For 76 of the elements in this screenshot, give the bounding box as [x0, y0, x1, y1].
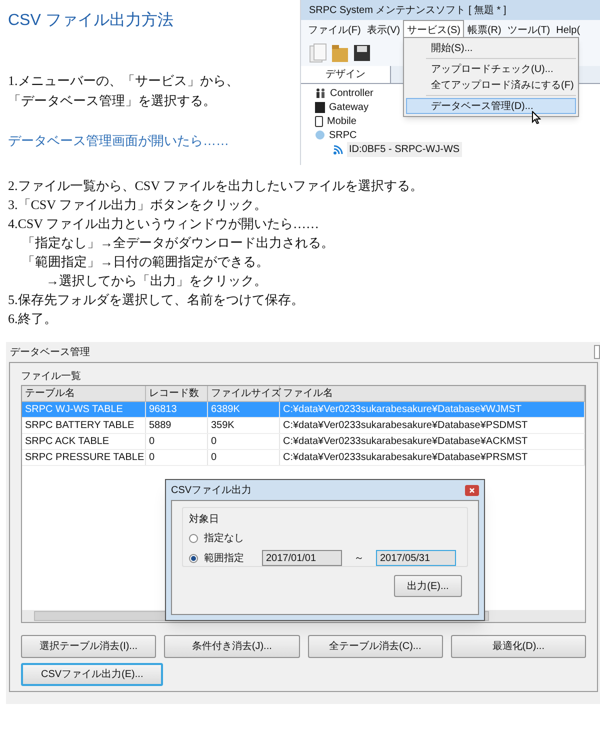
menu-item[interactable]: 帳票(R) [464, 20, 504, 40]
instruction-text: 「指定なし」→全データがダウンロード出力される。 [21, 234, 335, 252]
save-icon[interactable] [353, 43, 371, 63]
close-icon[interactable] [465, 484, 479, 496]
output-button[interactable]: 出力(E)... [394, 575, 462, 597]
table-cell: 0 [146, 434, 208, 449]
people-icon [315, 88, 326, 98]
action-button[interactable]: 最適化(D)... [450, 635, 586, 658]
table-cell: 0 [146, 450, 208, 465]
box-icon [315, 102, 325, 112]
menu-option[interactable]: 全てアップロード済みにする(F) [406, 77, 576, 93]
table-cell: SRPC ACK TABLE [22, 434, 146, 449]
instruction-text: 6.終了。 [8, 310, 58, 328]
table-cell: C:¥data¥Ver0233sukarabesakure¥Database¥PRSMST [280, 450, 585, 465]
action-button[interactable]: 全テーブル消去(C)... [308, 635, 443, 658]
phone-icon [315, 116, 323, 126]
tree-item[interactable]: SRPC [329, 128, 357, 142]
table-cell: C:¥data¥Ver0233sukarabesakure¥Database¥ACKMST [280, 434, 585, 449]
end-date-field[interactable]: 2017/05/31 [376, 550, 456, 566]
radio-button[interactable] [189, 534, 198, 543]
window-title: データベース管理 [9, 346, 90, 360]
table-cell: 5889 [146, 418, 208, 433]
table-cell: SRPC PRESSURE TABLE [22, 450, 146, 465]
window-title: SRPC System メンテナンスソフト [ 無題 * ] [301, 0, 600, 20]
table-cell: 0 [208, 434, 280, 449]
table-cell: 359K [208, 418, 280, 433]
table-cell: 0 [208, 450, 280, 465]
column-header[interactable]: ファイル名 [280, 386, 585, 401]
table-cell: C:¥data¥Ver0233sukarabesakure¥Database¥WJMST [280, 402, 585, 417]
globe-icon [315, 130, 325, 140]
instruction-text: 「データベース管理」を選択する。 [8, 92, 217, 110]
menu-item[interactable]: ファイル(F) [305, 20, 364, 40]
menu-option[interactable]: データベース管理(D)... [406, 98, 576, 114]
tree-item[interactable]: ID:0BF5 - SRPC-WJ-WS [347, 142, 462, 157]
document-icon[interactable] [309, 43, 327, 63]
menu-option[interactable]: アップロードチェック(U)... [406, 61, 576, 77]
column-header[interactable]: ファイルサイズ [208, 386, 280, 401]
action-button[interactable]: CSVファイル出力(E)... [21, 663, 164, 686]
instruction-text: 5.保存先フォルダを選択して、名前をつけて保存。 [8, 291, 305, 309]
tree-item[interactable]: Controller [330, 86, 374, 100]
instruction-text: 1.メニューバーの、「サービス」から、 [8, 72, 240, 90]
table-cell: SRPC WJ-WS TABLE [22, 402, 146, 417]
table-cell: C:¥data¥Ver0233sukarabesakure¥Database¥PSDMST [280, 418, 585, 433]
table-row[interactable]: SRPC BATTERY TABLE 5889 359K C:¥data¥Ver0233sukarabesakure¥Database¥PSDMST [22, 418, 585, 434]
column-header[interactable]: レコード数 [146, 386, 208, 401]
design-tab[interactable]: デザイン [301, 66, 391, 83]
column-header[interactable]: テーブル名 [22, 386, 146, 401]
section-heading: データベース管理画面が開いたら…… [8, 132, 230, 150]
action-button[interactable]: 選択テーブル消去(I)... [21, 635, 156, 658]
instruction-text: 4.CSV ファイル出力というウィンドウが開いたら…… [8, 215, 320, 233]
tree-item[interactable]: Mobile [327, 114, 356, 128]
instruction-text: 2.ファイル一覧から、CSV ファイルを出力したいファイルを選択する。 [8, 177, 424, 195]
table-cell: SRPC BATTERY TABLE [22, 418, 146, 433]
action-button[interactable]: 条件付き消去(J)... [164, 635, 300, 658]
menu-item[interactable]: ツール(T) [504, 20, 554, 40]
cursor-icon [532, 111, 541, 124]
table-cell: 96813 [146, 402, 208, 417]
instruction-text: →選択してから「出力」をクリック。 [45, 272, 268, 290]
menu-item[interactable]: 表示(V) [364, 20, 404, 40]
table-cell: 6389K [208, 402, 280, 417]
instruction-text: 3.「CSV ファイル出力」ボタンをクリック。 [8, 196, 268, 214]
signal-icon [333, 144, 343, 154]
start-date-field[interactable]: 2017/01/01 [262, 550, 342, 566]
radio-label[interactable]: 指定なし [204, 531, 256, 546]
table-row[interactable]: SRPC ACK TABLE 0 0 C:¥data¥Ver0233sukarabesakure¥Database¥ACKMST [22, 434, 585, 450]
radio-label[interactable]: 範囲指定 [204, 550, 256, 566]
menu-item[interactable]: Help( [553, 20, 584, 40]
page-title: CSV ファイル出力方法 [8, 10, 174, 31]
dialog-title: CSVファイル出力 [171, 484, 252, 498]
group-label: 対象日 [189, 512, 220, 527]
group-label: ファイル一覧 [21, 370, 82, 384]
tree-item[interactable]: Gateway [329, 100, 368, 114]
table-row[interactable]: SRPC PRESSURE TABLE 0 0 C:¥data¥Ver0233sukarabesakure¥Database¥PRSMST [22, 450, 585, 466]
range-sign: ～ [353, 552, 365, 566]
instruction-text: 「範囲指定」→日付の範囲指定ができる。 [21, 253, 270, 271]
radio-button[interactable] [189, 554, 198, 562]
